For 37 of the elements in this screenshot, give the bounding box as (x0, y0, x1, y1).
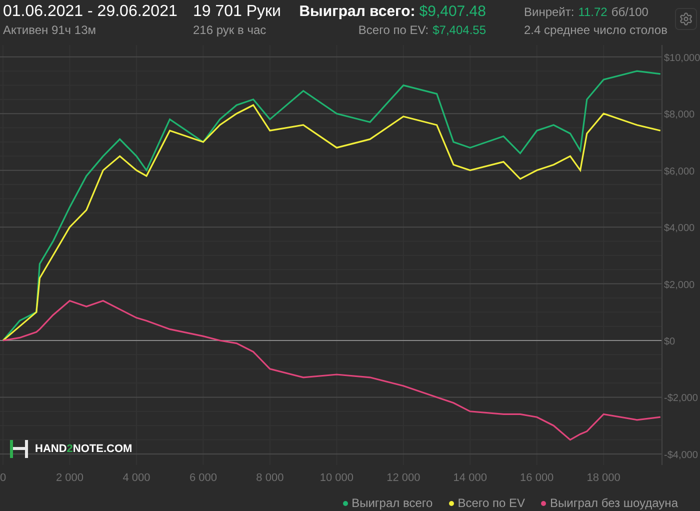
ev-label: Всего по EV: (358, 22, 429, 38)
average-tables: 2.4 среднее число столов (524, 22, 668, 38)
active-time: Активен 91ч 13м (3, 22, 97, 38)
y-tick-label: $6,000 (664, 166, 695, 178)
y-tick-label: $10,000 (664, 52, 700, 64)
gear-icon (679, 12, 693, 26)
logo-icon (9, 440, 29, 458)
y-tick-label: $2,000 (664, 280, 695, 291)
y-tick-label: $8,000 (664, 110, 695, 121)
x-tick-label: 4 000 (122, 472, 150, 484)
x-tick-label: 12 000 (386, 472, 420, 484)
won-value: $9,407.48 (419, 2, 486, 22)
legend-label: Выиграл всего (352, 495, 433, 511)
settings-button[interactable] (675, 8, 697, 30)
x-tick-label: 2 000 (56, 472, 84, 484)
date-range: 01.06.2021 - 29.06.2021 (3, 2, 178, 22)
y-tick-label: $4,000 (664, 223, 695, 234)
x-tick-label: 8 000 (256, 472, 284, 484)
y-tick-label: -$4,000 (664, 450, 698, 461)
hands-per-hour: 216 рук в час (193, 22, 268, 38)
winrate-label: Винрейт: (524, 4, 574, 21)
winrate-unit: бб/100 (611, 4, 648, 21)
y-tick-label: $0 (664, 336, 676, 348)
ev-value: $7,404.55 (432, 22, 486, 38)
legend-label: Выиграл без шоудауна (550, 495, 678, 511)
x-tick-label: 18 000 (586, 472, 620, 484)
x-tick-label: 16 000 (520, 472, 554, 484)
x-tick-label: 0 (0, 472, 6, 484)
x-tick-label: 14 000 (453, 472, 487, 484)
winrate-value: 11.72 (578, 4, 608, 21)
logo: HAND2NOTE.COM (9, 440, 132, 458)
y-tick-label: -$2,000 (664, 393, 698, 404)
legend-label: Всего по EV (458, 495, 525, 511)
x-tick-label: 10 000 (320, 472, 354, 484)
x-tick-label: 6 000 (189, 472, 217, 484)
won-label: Выиграл всего: (299, 2, 416, 22)
hands-count: 19 701 Руки (193, 2, 282, 22)
